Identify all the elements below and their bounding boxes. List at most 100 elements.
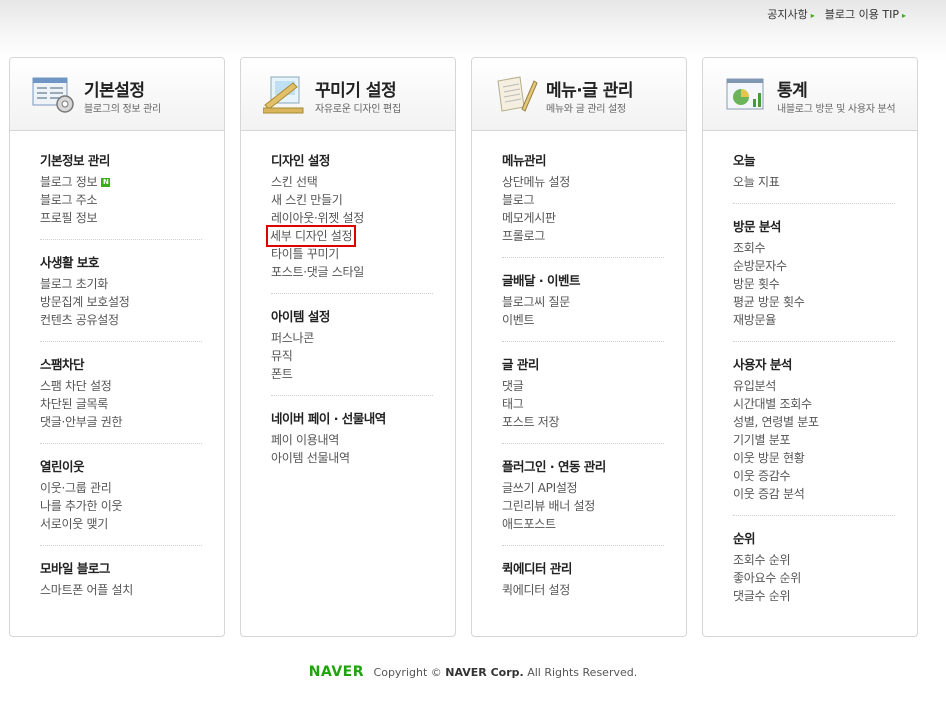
panel-header: 통계 내블로그 방문 및 사용자 분석: [703, 58, 917, 131]
document-pen-icon: [497, 76, 538, 112]
menu-item-visit-count[interactable]: 방문 횟수: [733, 275, 895, 293]
menu-item-blocked-posts[interactable]: 차단된 글목록: [40, 395, 202, 413]
menu-item-adpost[interactable]: 애드포스트: [502, 515, 664, 533]
menu-item-mutual-neighbor[interactable]: 서로이웃 맺기: [40, 515, 202, 533]
menu-item-label: 기기별 분포: [733, 433, 791, 447]
menu-item-avg-visits[interactable]: 평균 방문 횟수: [733, 293, 895, 311]
copyright-text: Copyright ©: [373, 666, 442, 679]
menu-item-added-me[interactable]: 나를 추가한 이웃: [40, 497, 202, 515]
menu-item-music[interactable]: 뮤직: [271, 347, 433, 365]
menu-item-pay-history[interactable]: 페이 이용내역: [271, 431, 433, 449]
menu-item-quick-editor-settings[interactable]: 퀵에디터 설정: [502, 581, 664, 599]
menu-item-app-install[interactable]: 스마트폰 어플 설치: [40, 581, 202, 599]
menu-item-content-sharing[interactable]: 컨텐츠 공유설정: [40, 311, 202, 329]
menu-item-blog-info[interactable]: 블로그 정보 N: [40, 173, 202, 191]
section-delivery-event: 글배달 · 이벤트 블로그씨 질문 이벤트: [502, 270, 664, 342]
menu-item-label: 댓글: [502, 379, 524, 393]
menu-item-comments[interactable]: 댓글: [502, 377, 664, 395]
section-basic-info: 기본정보 관리 블로그 정보 N 블로그 주소 프로필 정보: [40, 150, 202, 240]
menu-item-today-metrics[interactable]: 오늘 지표: [733, 173, 895, 191]
menu-item-unique-visitors[interactable]: 순방문자수: [733, 257, 895, 275]
menu-item-blog-address[interactable]: 블로그 주소: [40, 191, 202, 209]
section-post-manage: 글 관리 댓글 태그 포스트 저장: [502, 354, 664, 444]
menu-item-post-comment-style[interactable]: 포스트·댓글 스타일: [271, 263, 433, 281]
menu-item-blog[interactable]: 블로그: [502, 191, 664, 209]
menu-item-revisit-rate[interactable]: 재방문율: [733, 311, 895, 329]
menu-item-font[interactable]: 폰트: [271, 365, 433, 383]
menu-item-comment-permission[interactable]: 댓글·안부글 권한: [40, 413, 202, 431]
menu-item-gender-age[interactable]: 성별, 연령별 분포: [733, 413, 895, 431]
menu-item-label: 글쓰기 API설정: [502, 481, 578, 495]
menu-item-neighbor-groups[interactable]: 이웃·그룹 관리: [40, 479, 202, 497]
panel-title: 꾸미기 설정: [315, 81, 397, 101]
blog-tip-link[interactable]: 블로그 이용 TIP ▸: [825, 6, 906, 22]
menu-item-label: 오늘 지표: [733, 175, 780, 189]
menu-item-neighbor-visits[interactable]: 이웃 방문 현황: [733, 449, 895, 467]
menu-item-new-skin[interactable]: 새 스킨 만들기: [271, 191, 433, 209]
menu-item-post-save[interactable]: 포스트 저장: [502, 413, 664, 431]
menu-item-label: 성별, 연령별 분포: [733, 415, 819, 429]
menu-item-memo-board[interactable]: 메모게시판: [502, 209, 664, 227]
section-neighbors: 열린이웃 이웃·그룹 관리 나를 추가한 이웃 서로이웃 맺기: [40, 456, 202, 546]
menu-item-comments-rank[interactable]: 댓글수 순위: [733, 587, 895, 605]
menu-item-visit-protection[interactable]: 방문집계 보호설정: [40, 293, 202, 311]
menu-item-prologue[interactable]: 프롤로그: [502, 227, 664, 245]
section-design: 디자인 설정 스킨 선택 새 스킨 만들기 레이아웃·위젯 설정 세부 디자인 …: [265, 150, 433, 294]
menu-item-label: 방문 횟수: [733, 277, 780, 291]
top-links: 공지사항 ▸ 블로그 이용 TIP ▸: [767, 6, 906, 22]
section-title: 네이버 페이 · 선물내역: [271, 411, 386, 426]
corp-name: NAVER Corp.: [445, 666, 524, 679]
menu-item-views[interactable]: 조회수: [733, 239, 895, 257]
menu-item-api-settings[interactable]: 글쓰기 API설정: [502, 479, 664, 497]
menu-item-label: 태그: [502, 397, 524, 411]
menu-item-label: 스마트폰 어플 설치: [40, 583, 133, 597]
menu-item-label: 이웃 증감수: [733, 469, 791, 483]
menu-item-top-menu[interactable]: 상단메뉴 설정: [502, 173, 664, 191]
section-ranking: 순위 조회수 순위 좋아요수 순위 댓글수 순위: [733, 528, 895, 617]
section-user-analysis: 사용자 분석 유입분석 시간대별 조회수 성별, 연령별 분포 기기별 분포 이…: [733, 354, 895, 516]
rights-text: All Rights Reserved.: [527, 666, 638, 679]
section-title: 아이템 설정: [271, 309, 330, 324]
menu-item-skin-select[interactable]: 스킨 선택: [271, 173, 433, 191]
section-plugin: 플러그인 · 연동 관리 글쓰기 API설정 그린리뷰 배너 설정 애드포스트: [502, 456, 664, 546]
menu-item-detail-design[interactable]: 세부 디자인 설정: [265, 225, 433, 247]
menu-item-spam-settings[interactable]: 스팸 차단 설정: [40, 377, 202, 395]
notice-link[interactable]: 공지사항 ▸: [767, 6, 815, 22]
settings-window-icon: [32, 77, 74, 113]
menu-item-layout-widget[interactable]: 레이아웃·위젯 설정: [271, 209, 433, 227]
statistics-chart-icon: [726, 78, 764, 110]
menu-item-green-review[interactable]: 그린리뷰 배너 설정: [502, 497, 664, 515]
panel-menu-post: 메뉴·글 관리 메뉴와 글 관리 설정 메뉴관리 상단메뉴 설정 블로그 메모게…: [471, 57, 687, 637]
menu-item-label: 프로필 정보: [40, 211, 98, 225]
section-title: 사생활 보호: [40, 255, 99, 270]
panel-title: 기본설정: [84, 81, 145, 101]
menu-item-views-rank[interactable]: 조회수 순위: [733, 551, 895, 569]
menu-item-neighbor-change[interactable]: 이웃 증감수: [733, 467, 895, 485]
menu-item-profile-info[interactable]: 프로필 정보: [40, 209, 202, 227]
menu-item-inflow[interactable]: 유입분석: [733, 377, 895, 395]
menu-item-blog-reset[interactable]: 블로그 초기화: [40, 275, 202, 293]
section-title: 오늘: [733, 153, 756, 168]
menu-item-neighbor-change-analysis[interactable]: 이웃 증감 분석: [733, 485, 895, 503]
menu-item-blogc-question[interactable]: 블로그씨 질문: [502, 293, 664, 311]
menu-item-label: 아이템 선물내역: [271, 451, 350, 465]
panel-subtitle: 블로그의 정보 관리: [84, 104, 161, 115]
menu-item-label: 레이아웃·위젯 설정: [271, 211, 364, 225]
menu-item-title-decorate[interactable]: 타이틀 꾸미기: [271, 245, 433, 263]
menu-item-label: 폰트: [271, 367, 293, 381]
menu-item-label: 스킨 선택: [271, 175, 318, 189]
menu-item-label: 그린리뷰 배너 설정: [502, 499, 595, 513]
menu-item-label: 좋아요수 순위: [733, 571, 801, 585]
menu-item-event[interactable]: 이벤트: [502, 311, 664, 329]
menu-item-tags[interactable]: 태그: [502, 395, 664, 413]
menu-item-label: 프롤로그: [502, 229, 545, 243]
menu-item-gift-history[interactable]: 아이템 선물내역: [271, 449, 433, 467]
menu-item-personacon[interactable]: 퍼스나콘: [271, 329, 433, 347]
menu-item-label: 이웃 방문 현황: [733, 451, 805, 465]
new-badge-icon: N: [101, 177, 111, 187]
menu-item-hourly-views[interactable]: 시간대별 조회수: [733, 395, 895, 413]
menu-item-device[interactable]: 기기별 분포: [733, 431, 895, 449]
menu-item-likes-rank[interactable]: 좋아요수 순위: [733, 569, 895, 587]
section-title: 메뉴관리: [502, 153, 547, 168]
section-title: 열린이웃: [40, 459, 85, 474]
